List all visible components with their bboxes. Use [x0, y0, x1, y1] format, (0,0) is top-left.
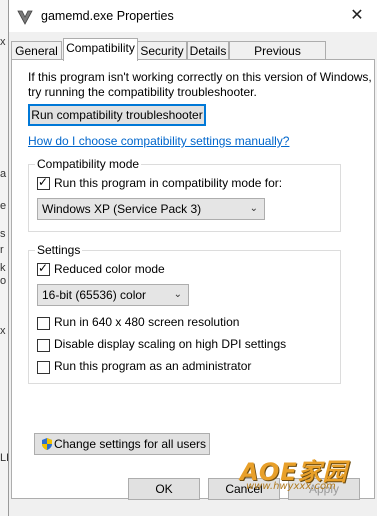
reduced-color-label: Reduced color mode	[54, 262, 165, 276]
background-text: x	[0, 36, 6, 48]
reduced-color-checkbox[interactable]: ✓	[37, 261, 50, 276]
compat-mode-select[interactable]: Windows XP (Service Pack 3) ⌄	[37, 198, 265, 220]
settings-title: Settings	[35, 243, 83, 257]
tab-general[interactable]: General	[11, 41, 62, 59]
checkmark-icon: ✓	[38, 261, 49, 275]
run-as-admin-label: Run this program as an administrator	[54, 359, 252, 373]
intro-text: If this program isn't working correctly …	[28, 70, 372, 84]
close-icon[interactable]: ✕	[346, 6, 368, 26]
tab-security[interactable]: Security	[137, 41, 187, 59]
compatibility-mode-group: Compatibility mode ✓ Run this program in…	[28, 157, 341, 232]
background-text: s	[0, 228, 6, 240]
run-as-admin-checkbox[interactable]	[37, 361, 50, 374]
change-settings-all-users-button[interactable]: Change settings for all users	[34, 433, 210, 455]
tab-details[interactable]: Details	[187, 41, 229, 59]
background-text: x	[0, 325, 6, 337]
intro-text: try running the compatibility troublesho…	[28, 85, 257, 99]
chevron-down-icon: ⌄	[173, 289, 182, 300]
chevron-down-icon: ⌄	[249, 203, 258, 214]
checkmark-icon: ✓	[38, 175, 49, 189]
compat-mode-label: Run this program in compatibility mode f…	[54, 176, 283, 190]
compat-help-link[interactable]: How do I choose compatibility settings m…	[28, 134, 289, 148]
compatibility-mode-title: Compatibility mode	[35, 157, 142, 171]
background-text: o	[0, 275, 7, 287]
ok-button[interactable]: OK	[128, 478, 200, 500]
app-icon	[16, 8, 34, 26]
background-text: k	[0, 262, 6, 274]
window-title: gamemd.exe Properties	[41, 9, 174, 23]
compat-mode-value: Windows XP (Service Pack 3)	[42, 202, 202, 216]
compat-mode-checkbox[interactable]: ✓	[37, 175, 50, 190]
background-text: e	[0, 200, 7, 212]
res-640-label: Run in 640 x 480 screen resolution	[54, 315, 240, 329]
color-depth-select[interactable]: 16-bit (65536) color ⌄	[37, 284, 189, 306]
properties-dialog: gamemd.exe Properties ✕ General Compatib…	[8, 0, 377, 516]
title-bar: gamemd.exe Properties ✕	[9, 0, 377, 32]
run-troubleshooter-button[interactable]: Run compatibility troubleshooter	[28, 104, 206, 126]
color-depth-value: 16-bit (65536) color	[42, 288, 147, 302]
dpi-scaling-label: Disable display scaling on high DPI sett…	[54, 337, 287, 351]
tab-compatibility[interactable]: Compatibility	[63, 38, 138, 61]
compatibility-panel: If this program isn't working correctly …	[11, 59, 375, 499]
background-text: r	[0, 244, 4, 256]
shield-icon	[40, 437, 54, 457]
res-640-checkbox[interactable]	[37, 317, 50, 330]
settings-group: Settings ✓ Reduced color mode 16-bit (65…	[28, 243, 341, 384]
tab-previous-versions[interactable]: Previous Versions	[229, 41, 326, 76]
background-text: a	[0, 168, 7, 180]
watermark-url: www.hwyxxx.com	[246, 481, 336, 492]
dpi-scaling-checkbox[interactable]	[37, 339, 50, 352]
change-settings-label: Change settings for all users	[53, 437, 207, 451]
